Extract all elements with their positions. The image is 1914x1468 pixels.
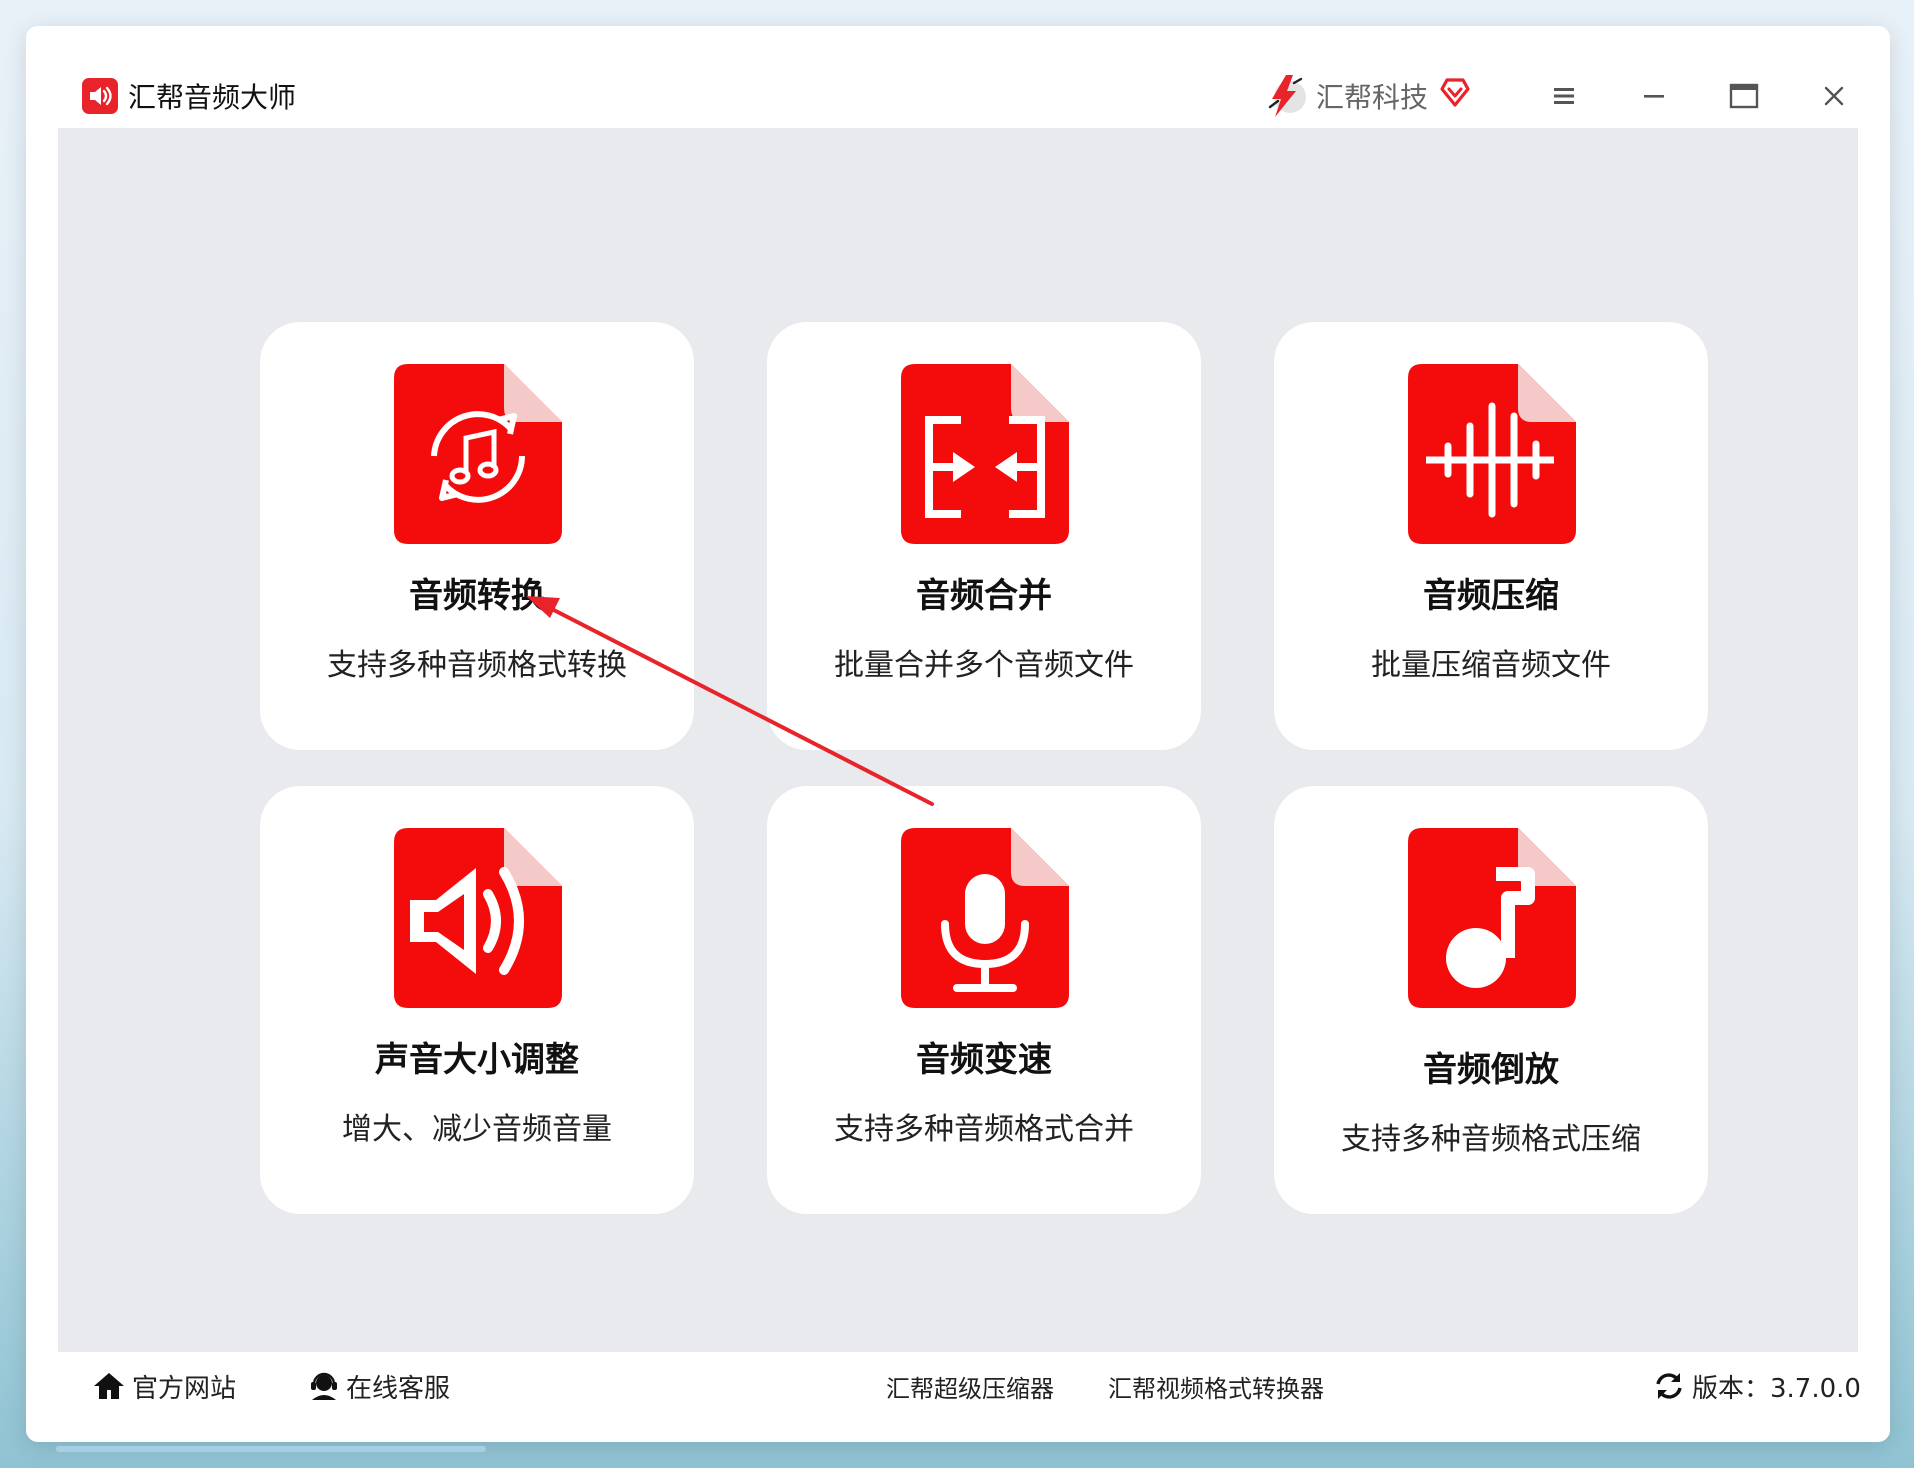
speaker-icon — [394, 828, 562, 1008]
title-bar: 汇帮音频大师 汇帮科技 — [26, 26, 1890, 128]
waveform-icon — [1408, 364, 1576, 544]
merge-icon — [901, 364, 1069, 544]
feature-card-audio-compress[interactable]: 音频压缩 批量压缩音频文件 — [1274, 322, 1708, 750]
card-title: 音频合并 — [916, 576, 1052, 616]
video-converter-link[interactable]: 汇帮视频格式转换器 — [1108, 1366, 1324, 1406]
card-description: 批量合并多个音频文件 — [834, 648, 1134, 683]
minimize-button[interactable] — [1628, 70, 1680, 122]
close-button[interactable] — [1808, 70, 1860, 122]
music-convert-icon — [394, 364, 562, 544]
app-title: 汇帮音频大师 — [128, 81, 297, 114]
app-logo-icon — [82, 78, 118, 114]
vip-badge-icon[interactable] — [1438, 74, 1472, 108]
close-icon — [1824, 86, 1844, 106]
online-service-label: 在线客服 — [346, 1373, 451, 1404]
card-title: 声音大小调整 — [375, 1040, 579, 1080]
card-description: 支持多种音频格式转换 — [327, 648, 627, 683]
card-description: 支持多种音频格式压缩 — [1341, 1122, 1641, 1157]
card-description: 支持多种音频格式合并 — [834, 1112, 1134, 1147]
maximize-button[interactable] — [1718, 70, 1770, 122]
menu-button[interactable] — [1538, 70, 1590, 122]
refresh-icon[interactable] — [1652, 1370, 1686, 1402]
microphone-icon — [901, 828, 1069, 1008]
taskbar-indicator — [56, 1446, 486, 1452]
menu-icon — [1554, 88, 1574, 104]
card-description: 批量压缩音频文件 — [1371, 648, 1611, 683]
customer-service-icon — [311, 1372, 337, 1400]
official-site-label: 官方网站 — [132, 1373, 237, 1404]
card-title: 音频倒放 — [1423, 1050, 1559, 1090]
home-icon — [94, 1373, 124, 1399]
status-bar: 官方网站 在线客服 汇帮超级压缩器 汇帮视频格式转换器 版本：3.7.0.0 — [58, 1352, 1861, 1418]
feature-grid: 音频转换 支持多种音频格式转换 音频合并 批量合并多个音频文件 音频压缩 批量压… — [58, 128, 1858, 1352]
maximize-icon — [1729, 83, 1759, 109]
compressor-link[interactable]: 汇帮超级压缩器 — [886, 1366, 1054, 1406]
brand-logo-icon — [1268, 75, 1306, 117]
music-note-icon — [1408, 828, 1576, 1008]
feature-card-audio-convert[interactable]: 音频转换 支持多种音频格式转换 — [260, 322, 694, 750]
version-text: 版本：3.7.0.0 — [1692, 1373, 1861, 1404]
online-service-link[interactable]: 在线客服 — [308, 1366, 450, 1406]
minimize-icon — [1644, 95, 1664, 98]
card-title: 音频转换 — [409, 576, 545, 616]
app-window: 汇帮音频大师 汇帮科技 音频转换 支持多种音频格式转换 音频合并 批量合并多个音… — [26, 26, 1890, 1442]
official-site-link[interactable]: 官方网站 — [92, 1366, 236, 1406]
card-description: 增大、减少音频音量 — [342, 1112, 612, 1147]
card-title: 音频压缩 — [1423, 576, 1559, 616]
feature-card-audio-speed[interactable]: 音频变速 支持多种音频格式合并 — [767, 786, 1201, 1214]
version-info: 版本：3.7.0.0 — [1652, 1366, 1861, 1406]
feature-card-audio-merge[interactable]: 音频合并 批量合并多个音频文件 — [767, 322, 1201, 750]
brand-name: 汇帮科技 — [1316, 81, 1429, 114]
feature-card-audio-reverse[interactable]: 音频倒放 支持多种音频格式压缩 — [1274, 786, 1708, 1214]
card-title: 音频变速 — [916, 1040, 1052, 1080]
feature-card-volume-adjust[interactable]: 声音大小调整 增大、减少音频音量 — [260, 786, 694, 1214]
